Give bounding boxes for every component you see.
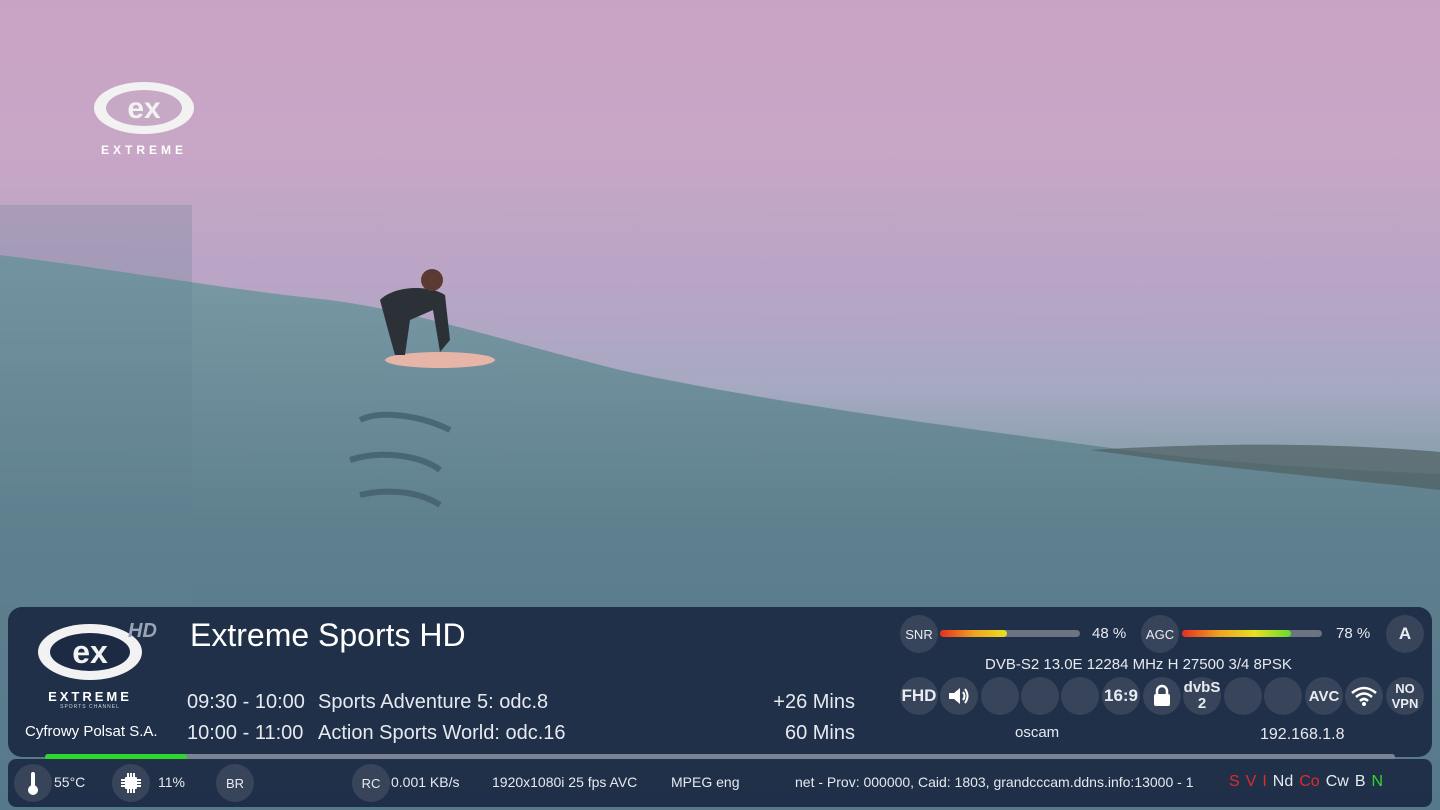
cpu-load: 11%: [158, 774, 185, 790]
epg-now-time: 09:30 - 10:00: [187, 691, 305, 713]
audio-track-badge[interactable]: A: [1386, 615, 1424, 653]
agc-badge: AGC: [1141, 615, 1179, 653]
speaker-icon: [940, 677, 978, 715]
agc-value: 78 %: [1336, 625, 1371, 642]
agc-meter-fill: [1182, 630, 1292, 637]
epg-now-duration: +26 Mins: [773, 691, 855, 713]
audio-info: MPEG eng: [671, 774, 740, 790]
dvb-type-badge: dvbS 2: [1183, 677, 1221, 715]
vpn-badge: NO VPN: [1386, 677, 1424, 715]
snr-badge: SNR: [900, 615, 938, 653]
lock-icon: [1143, 677, 1181, 715]
codec-badge: AVC: [1305, 677, 1343, 715]
ecm-info: net - Prov: 000000, Caid: 1803, grandccc…: [795, 774, 1194, 790]
channel-name: Extreme Sports HD: [190, 617, 466, 653]
ip-address: 192.168.1.8: [1260, 726, 1345, 743]
thermometer-icon: [14, 764, 52, 802]
cas-flag: Nd: [1272, 773, 1294, 790]
cas-flag: S: [1229, 773, 1240, 790]
extreme-logo-icon: ex: [94, 82, 194, 134]
channel-watermark: ex EXTREME: [92, 80, 196, 157]
cas-flag: Cw: [1325, 773, 1349, 790]
agc-meter: [1182, 630, 1322, 637]
snr-value: 48 %: [1092, 625, 1127, 642]
provider-name: Cyfrowy Polsat S.A.: [25, 723, 158, 740]
epg-next-time: 10:00 - 11:00: [187, 722, 304, 744]
svg-text:ex: ex: [127, 92, 161, 125]
cam-name: oscam: [1015, 724, 1060, 741]
cpu-temperature: 55°C: [54, 774, 86, 790]
logo-wordmark: EXTREME: [48, 689, 132, 704]
br-badge: BR: [216, 764, 254, 802]
cpu-chip-icon: [112, 764, 150, 802]
rc-badge: RC: [352, 764, 390, 802]
cas-flag: Co: [1299, 773, 1320, 790]
aspect-ratio-badge: 16:9: [1102, 677, 1140, 715]
empty-badge-slot: [1061, 677, 1099, 715]
snr-meter-fill: [940, 630, 1008, 637]
epg-next-title: Action Sports World: odc.16: [318, 722, 566, 744]
cas-flags: S V I Nd Co Cw B N: [1229, 773, 1383, 791]
empty-badge-slot: [1224, 677, 1262, 715]
empty-badge-slot: [1021, 677, 1059, 715]
fhd-badge: FHD: [900, 677, 938, 715]
cas-flag: B: [1354, 773, 1366, 790]
svg-text:ex: ex: [72, 634, 108, 670]
epg-next-duration: 60 Mins: [784, 722, 855, 744]
dvb-type-line1: dvbS: [1183, 679, 1221, 696]
channel-wordmark: EXTREME: [100, 143, 187, 157]
wifi-icon: [1345, 677, 1383, 715]
cas-flag: V: [1245, 773, 1257, 790]
video-info: 1920x1080i 25 fps AVC: [492, 774, 638, 790]
logo-subtext: SPORTS CHANNEL: [60, 704, 120, 710]
bitrate: 0.001 KB/s: [391, 774, 460, 790]
tuning-info: DVB-S2 13.0E 12284 MHz H 27500 3/4 8PSK: [985, 656, 1292, 673]
empty-badge-slot: [981, 677, 1019, 715]
hd-tag: HD: [128, 620, 157, 642]
vpn-line1: NO: [1395, 681, 1415, 696]
cas-flag: N: [1371, 773, 1384, 790]
snr-meter: [940, 630, 1080, 637]
epg-now-title: Sports Adventure 5: odc.8: [318, 691, 549, 713]
cas-flag: I: [1262, 773, 1267, 790]
empty-badge-slot: [1264, 677, 1302, 715]
vpn-line2: VPN: [1391, 696, 1419, 711]
dvb-type-line2: 2: [1197, 695, 1207, 712]
